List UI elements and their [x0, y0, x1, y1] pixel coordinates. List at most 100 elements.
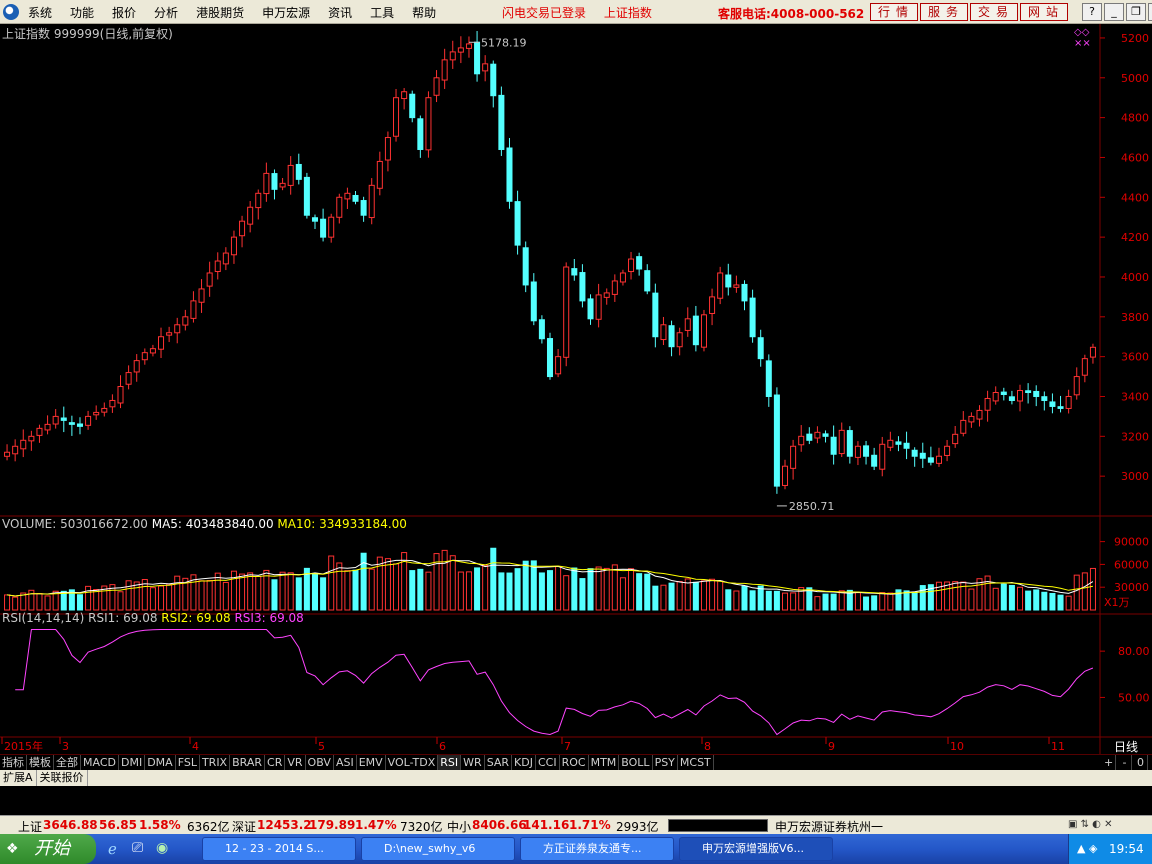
- chart-canvas[interactable]: 3000 3200 3400 3600 3800 4000 4200 4400 4600 4800…: [0, 24, 1152, 754]
- candle-body: [393, 97, 400, 137]
- tab-6[interactable]: FSL: [176, 755, 200, 770]
- windows-logo-icon: ❖: [6, 841, 19, 857]
- top-button-3[interactable]: 网站: [1020, 3, 1068, 21]
- volume-bar: [498, 572, 505, 611]
- volume-bar: [587, 568, 594, 611]
- x-tick-label: 7: [564, 740, 571, 753]
- volume-bar: [692, 581, 699, 611]
- tab-control-2[interactable]: 0: [1134, 755, 1148, 770]
- tab-20[interactable]: ROC: [560, 755, 589, 770]
- tab-22[interactable]: BOLL: [619, 755, 653, 770]
- taskbar-window-1[interactable]: 12 - 23 - 2014 S...: [202, 837, 356, 861]
- chart-toggle-icon[interactable]: ◇◇ ××: [1074, 27, 1091, 49]
- volume-bar: [571, 567, 578, 611]
- volume-bar: [976, 578, 983, 611]
- top-button-0[interactable]: 行情: [870, 3, 918, 21]
- candle-body: [595, 294, 602, 320]
- tab-16[interactable]: WR: [461, 755, 485, 770]
- sz-label[interactable]: 深证: [232, 818, 256, 835]
- menu-item-3[interactable]: 分析: [154, 4, 178, 21]
- tab-23[interactable]: PSY: [653, 755, 678, 770]
- candle-body: [93, 411, 100, 416]
- chart-area[interactable]: 3000 3200 3400 3600 3800 4000 4200 4400 4600 4800…: [0, 24, 1152, 754]
- tab-control-0[interactable]: +: [1102, 755, 1116, 770]
- tab-10[interactable]: VR: [285, 755, 306, 770]
- menu-item-6[interactable]: 资讯: [328, 4, 352, 21]
- volume-bar: [563, 575, 570, 611]
- tab-17[interactable]: SAR: [485, 755, 513, 770]
- menu-item-0[interactable]: 系统: [28, 4, 52, 21]
- tab-18[interactable]: KDJ: [512, 755, 536, 770]
- tab-8[interactable]: BRAR: [230, 755, 266, 770]
- window-control-3[interactable]: ✕: [1148, 3, 1152, 21]
- tab-7[interactable]: TRIX: [200, 755, 231, 770]
- volume-bar: [611, 564, 618, 611]
- window-control-0[interactable]: ?: [1082, 3, 1102, 21]
- status-tray-icons[interactable]: ▣ ⇅ ◐ ✕: [1068, 819, 1148, 832]
- volume-bar: [749, 590, 756, 611]
- volume-bar: [117, 591, 124, 611]
- tab-14[interactable]: VOL-TDX: [386, 755, 439, 770]
- tab-9[interactable]: CR: [265, 755, 286, 770]
- subtab-1[interactable]: 关联报价: [37, 770, 88, 786]
- tab-5[interactable]: DMA: [145, 755, 176, 770]
- candle-body: [12, 445, 19, 455]
- candle-body: [360, 200, 367, 216]
- sh-change: 56.85: [99, 818, 137, 832]
- period-label[interactable]: 日线: [1114, 738, 1138, 755]
- menu-item-7[interactable]: 工具: [370, 4, 394, 21]
- taskbar-window-2[interactable]: D:\new_swhy_v6: [361, 837, 515, 861]
- candle-body: [85, 415, 92, 426]
- rsi-name: RSI(14,14,14): [2, 611, 85, 625]
- volume-bar: [603, 567, 610, 611]
- tab-15[interactable]: RSI: [438, 755, 462, 770]
- menu-item-1[interactable]: 功能: [70, 4, 94, 21]
- show-desktop-icon[interactable]: ⎚: [132, 840, 143, 856]
- menu-item-2[interactable]: 报价: [112, 4, 136, 21]
- tab-21[interactable]: MTM: [589, 755, 620, 770]
- window-control-2[interactable]: ❐: [1126, 3, 1146, 21]
- menu-item-4[interactable]: 港股期货: [196, 4, 244, 21]
- tab-19[interactable]: CCI: [536, 755, 560, 770]
- candle-body: [741, 283, 748, 302]
- volume-bar: [149, 587, 156, 611]
- volume-bar: [668, 582, 675, 611]
- tab-control-1[interactable]: -: [1118, 755, 1132, 770]
- candle-body: [879, 443, 886, 470]
- taskbar-window-3[interactable]: 方正证券泉友通专...: [520, 837, 674, 861]
- browser-icon[interactable]: ◉: [156, 840, 168, 856]
- price-tick-label: 4000: [1121, 271, 1149, 284]
- candle-body: [652, 292, 659, 338]
- candle-body: [36, 427, 43, 436]
- subtab-0[interactable]: 扩展A: [0, 770, 37, 786]
- ie-icon[interactable]: ℯ: [108, 840, 117, 858]
- volume-bar: [425, 571, 432, 611]
- window-control-1[interactable]: _: [1104, 3, 1124, 21]
- menu-item-8[interactable]: 帮助: [412, 4, 436, 21]
- sh-label[interactable]: 上证: [18, 818, 42, 835]
- volume-bar: [36, 593, 43, 611]
- tab-0[interactable]: 指标: [0, 755, 27, 770]
- price-tick-label: 4600: [1121, 151, 1149, 164]
- tab-11[interactable]: OBV: [306, 755, 334, 770]
- top-button-1[interactable]: 服务: [920, 3, 968, 21]
- tab-3[interactable]: MACD: [81, 755, 119, 770]
- zx-label[interactable]: 中小: [447, 818, 471, 835]
- taskbar-window-4[interactable]: 申万宏源增强版V6...: [679, 837, 833, 861]
- candle-body: [368, 184, 375, 219]
- top-button-2[interactable]: 交易: [970, 3, 1018, 21]
- current-security[interactable]: 上证指数: [604, 6, 652, 20]
- volume-bar: [352, 569, 359, 611]
- tab-12[interactable]: ASI: [334, 755, 357, 770]
- volume-bar: [287, 572, 294, 611]
- tab-4[interactable]: DMI: [119, 755, 146, 770]
- tray-icons[interactable]: ▲ ◈: [1077, 834, 1097, 864]
- x-tick-label: 5: [318, 740, 325, 753]
- tab-24[interactable]: MCST: [678, 755, 714, 770]
- menu-item-5[interactable]: 申万宏源: [262, 4, 310, 21]
- x-tick-label: 8: [704, 740, 711, 753]
- tab-2[interactable]: 全部: [54, 755, 81, 770]
- tab-13[interactable]: EMV: [357, 755, 386, 770]
- tab-1[interactable]: 模板: [27, 755, 54, 770]
- volume-bar: [968, 588, 975, 611]
